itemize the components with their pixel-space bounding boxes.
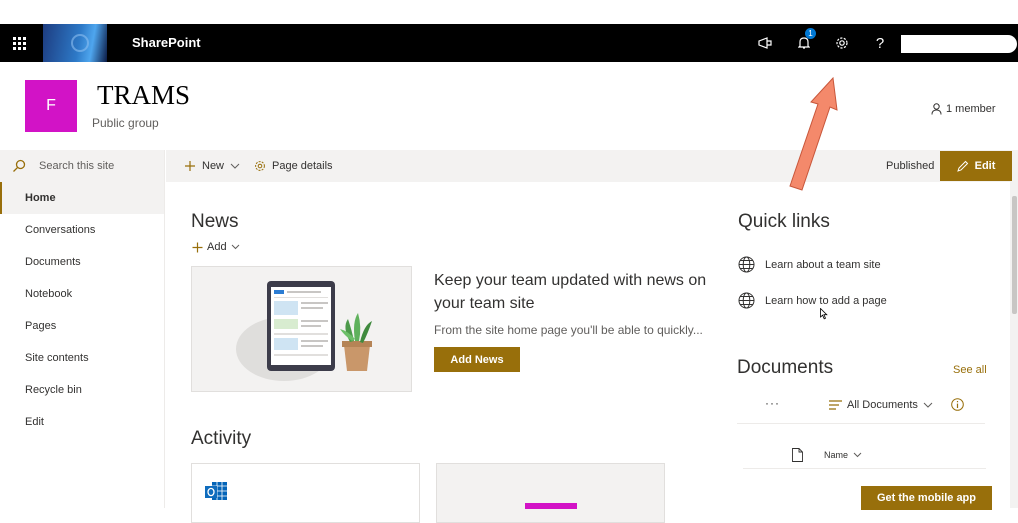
page-details-button[interactable]: Page details bbox=[254, 150, 333, 182]
activity-card[interactable] bbox=[191, 463, 420, 523]
quick-link-label: Learn about a team site bbox=[765, 258, 881, 271]
activity-thumbnail bbox=[525, 503, 577, 509]
page-details-label: Page details bbox=[272, 160, 333, 172]
chevron-down-icon bbox=[853, 452, 862, 458]
edit-button[interactable]: Edit bbox=[940, 151, 1012, 181]
news-illustration bbox=[191, 266, 412, 392]
mouse-cursor-icon bbox=[820, 308, 828, 320]
members-button[interactable]: 1 member bbox=[931, 103, 996, 115]
sidebar-item-pages[interactable]: Pages bbox=[0, 310, 164, 342]
news-add-button[interactable]: Add bbox=[192, 241, 240, 253]
bell-icon[interactable]: 1 bbox=[793, 28, 816, 54]
news-headline: Keep your team updated with news on your… bbox=[434, 272, 707, 312]
quick-link-item[interactable]: Learn about a team site bbox=[738, 256, 881, 273]
globe-icon bbox=[738, 256, 755, 273]
sidebar-item-recycle-bin[interactable]: Recycle bin bbox=[0, 374, 164, 406]
documents-column-header: Name bbox=[792, 448, 862, 462]
notification-badge: 1 bbox=[805, 28, 816, 39]
sidebar-item-label: Site contents bbox=[25, 352, 89, 364]
waffle-icon[interactable] bbox=[0, 24, 38, 62]
more-options-button[interactable]: ··· bbox=[765, 396, 780, 410]
get-mobile-app-button[interactable]: Get the mobile app bbox=[861, 486, 992, 510]
sidebar-item-label: Conversations bbox=[25, 224, 96, 236]
site-logo[interactable]: F bbox=[25, 80, 77, 132]
site-header: F TRAMS Public group 1 member bbox=[0, 62, 1018, 150]
sidebar-item-home[interactable]: Home bbox=[0, 182, 164, 214]
members-label: 1 member bbox=[946, 103, 996, 115]
chevron-down-icon bbox=[231, 244, 239, 250]
sidebar-item-label: Home bbox=[25, 192, 56, 204]
sidebar-item-edit[interactable]: Edit bbox=[0, 406, 164, 438]
quick-links-heading: Quick links bbox=[738, 211, 830, 232]
add-news-button[interactable]: Add News bbox=[434, 347, 520, 372]
edit-label: Edit bbox=[974, 160, 996, 172]
name-column-label: Name bbox=[824, 450, 849, 460]
divider bbox=[743, 468, 986, 469]
chevron-down-icon bbox=[923, 402, 933, 408]
new-label: New bbox=[202, 160, 225, 172]
command-bar: New Page details Published bbox=[166, 150, 1018, 182]
scrollbar-thumb[interactable] bbox=[1012, 196, 1017, 314]
quick-link-item[interactable]: Learn how to add a page bbox=[738, 292, 887, 309]
sidebar-item-documents[interactable]: Documents bbox=[0, 246, 164, 278]
quick-link-label: Learn how to add a page bbox=[765, 294, 887, 307]
new-button[interactable]: New bbox=[184, 150, 240, 182]
info-icon[interactable] bbox=[951, 398, 964, 411]
avatar[interactable] bbox=[901, 35, 1017, 53]
sidebar-item-conversations[interactable]: Conversations bbox=[0, 214, 164, 246]
view-label: All Documents bbox=[847, 399, 918, 411]
site-subtitle: Public group bbox=[92, 116, 159, 130]
pencil-icon bbox=[956, 160, 968, 172]
sidebar-item-notebook[interactable]: Notebook bbox=[0, 278, 164, 310]
see-all-link[interactable]: See all bbox=[953, 364, 987, 376]
sidebar-item-label: Pages bbox=[25, 320, 57, 332]
name-column-header[interactable]: Name bbox=[824, 450, 862, 460]
help-icon[interactable]: ? bbox=[869, 32, 891, 54]
sidebar-item-label: Notebook bbox=[25, 288, 73, 300]
left-navigation: Search this site Home Conversations Docu… bbox=[0, 150, 165, 508]
search-input[interactable]: Search this site bbox=[39, 160, 114, 172]
documents-heading: Documents bbox=[737, 357, 834, 378]
plus-icon bbox=[192, 242, 203, 252]
site-search-box[interactable]: Search this site bbox=[0, 150, 164, 182]
divider bbox=[737, 423, 985, 424]
news-description: From the site home page you'll be able t… bbox=[434, 323, 703, 337]
list-view-icon bbox=[829, 400, 842, 410]
megaphone-icon[interactable] bbox=[754, 32, 776, 54]
sidebar-item-label: Recycle bin bbox=[25, 384, 82, 396]
activity-card[interactable] bbox=[436, 463, 665, 523]
sidebar-item-label: Documents bbox=[25, 256, 81, 268]
news-add-label: Add bbox=[207, 241, 227, 253]
chevron-down-icon bbox=[230, 163, 240, 169]
outlook-icon bbox=[205, 482, 227, 500]
brand-logo[interactable] bbox=[43, 24, 107, 62]
site-title[interactable]: TRAMS bbox=[97, 80, 190, 111]
sidebar-item-site-contents[interactable]: Site contents bbox=[0, 342, 164, 374]
publish-status: Published bbox=[886, 160, 935, 172]
globe-icon bbox=[738, 292, 755, 309]
gear-icon[interactable] bbox=[831, 32, 853, 54]
sidebar-item-label: Edit bbox=[25, 416, 44, 428]
app-name[interactable]: SharePoint bbox=[132, 35, 201, 50]
browser-top-strip bbox=[0, 0, 1018, 24]
file-type-icon bbox=[792, 448, 803, 462]
news-heading: News bbox=[191, 211, 239, 232]
search-icon bbox=[13, 159, 26, 172]
activity-heading: Activity bbox=[191, 428, 252, 449]
plus-icon bbox=[185, 161, 195, 171]
person-icon bbox=[931, 103, 942, 115]
gear-icon bbox=[255, 161, 265, 171]
suite-bar: SharePoint 1 ? bbox=[0, 24, 1018, 62]
view-selector[interactable]: All Documents bbox=[829, 399, 933, 411]
